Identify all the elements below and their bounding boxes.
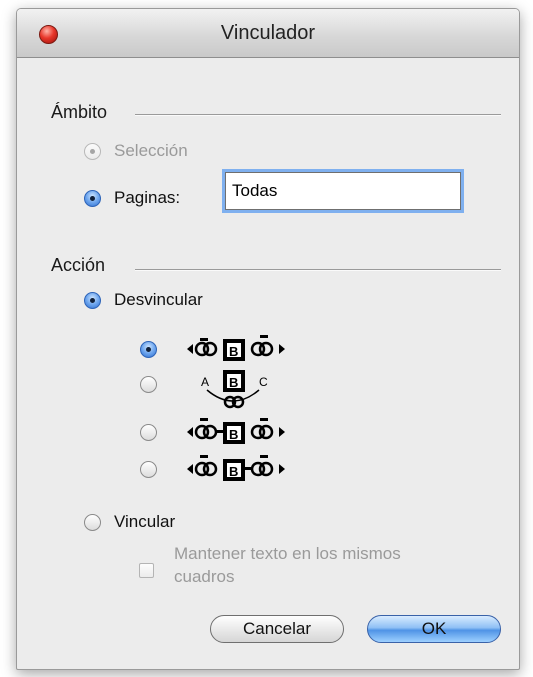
window-title: Vinculador [220, 22, 316, 44]
action-separator [135, 269, 501, 271]
scope-separator [135, 114, 501, 116]
unlink-keep-right-icon: B [187, 455, 285, 481]
selection-label: Selección [114, 141, 188, 160]
pages-label: Paginas: [114, 188, 181, 207]
icon-letter-c: C [259, 375, 268, 389]
unlink-option-2-radio[interactable] [140, 376, 157, 393]
unlink-option-4-radio[interactable] [140, 461, 157, 478]
link-radio[interactable] [84, 514, 101, 531]
link-label: Vincular [114, 512, 176, 531]
action-section-label: Acción [51, 255, 106, 275]
unlink-keep-left-icon: B [187, 418, 285, 444]
vinculador-dialog: Vinculador Ámbito Selección Paginas: Tod… [16, 8, 520, 670]
selection-radio[interactable] [84, 143, 101, 160]
pages-input[interactable]: Todas [225, 172, 461, 210]
scope-section-label: Ámbito [51, 102, 108, 122]
pages-radio[interactable] [84, 190, 101, 207]
keep-text-label-line2: cuadros [174, 567, 235, 586]
ok-button[interactable]: OK [367, 615, 501, 643]
unlink-option-1-radio[interactable] [140, 341, 157, 358]
title-bar: Vinculador [17, 9, 519, 58]
cancel-button[interactable]: Cancelar [210, 615, 344, 643]
icon-letter-a: A [201, 375, 209, 389]
unlink-option-3-radio[interactable] [140, 424, 157, 441]
keep-text-checkbox[interactable] [139, 563, 154, 578]
svg-text:B: B [229, 344, 238, 359]
keep-text-label-line1: Mantener texto en los mismos [174, 544, 401, 563]
icon-letter-b: B [229, 375, 238, 390]
unlink-radio[interactable] [84, 292, 101, 309]
unlink-label: Desvincular [114, 290, 203, 309]
unlink-keep-both-icon: B [187, 335, 285, 361]
svg-text:B: B [229, 427, 238, 442]
unlink-abc-icon: A B C [201, 370, 268, 409]
svg-text:B: B [229, 464, 238, 479]
